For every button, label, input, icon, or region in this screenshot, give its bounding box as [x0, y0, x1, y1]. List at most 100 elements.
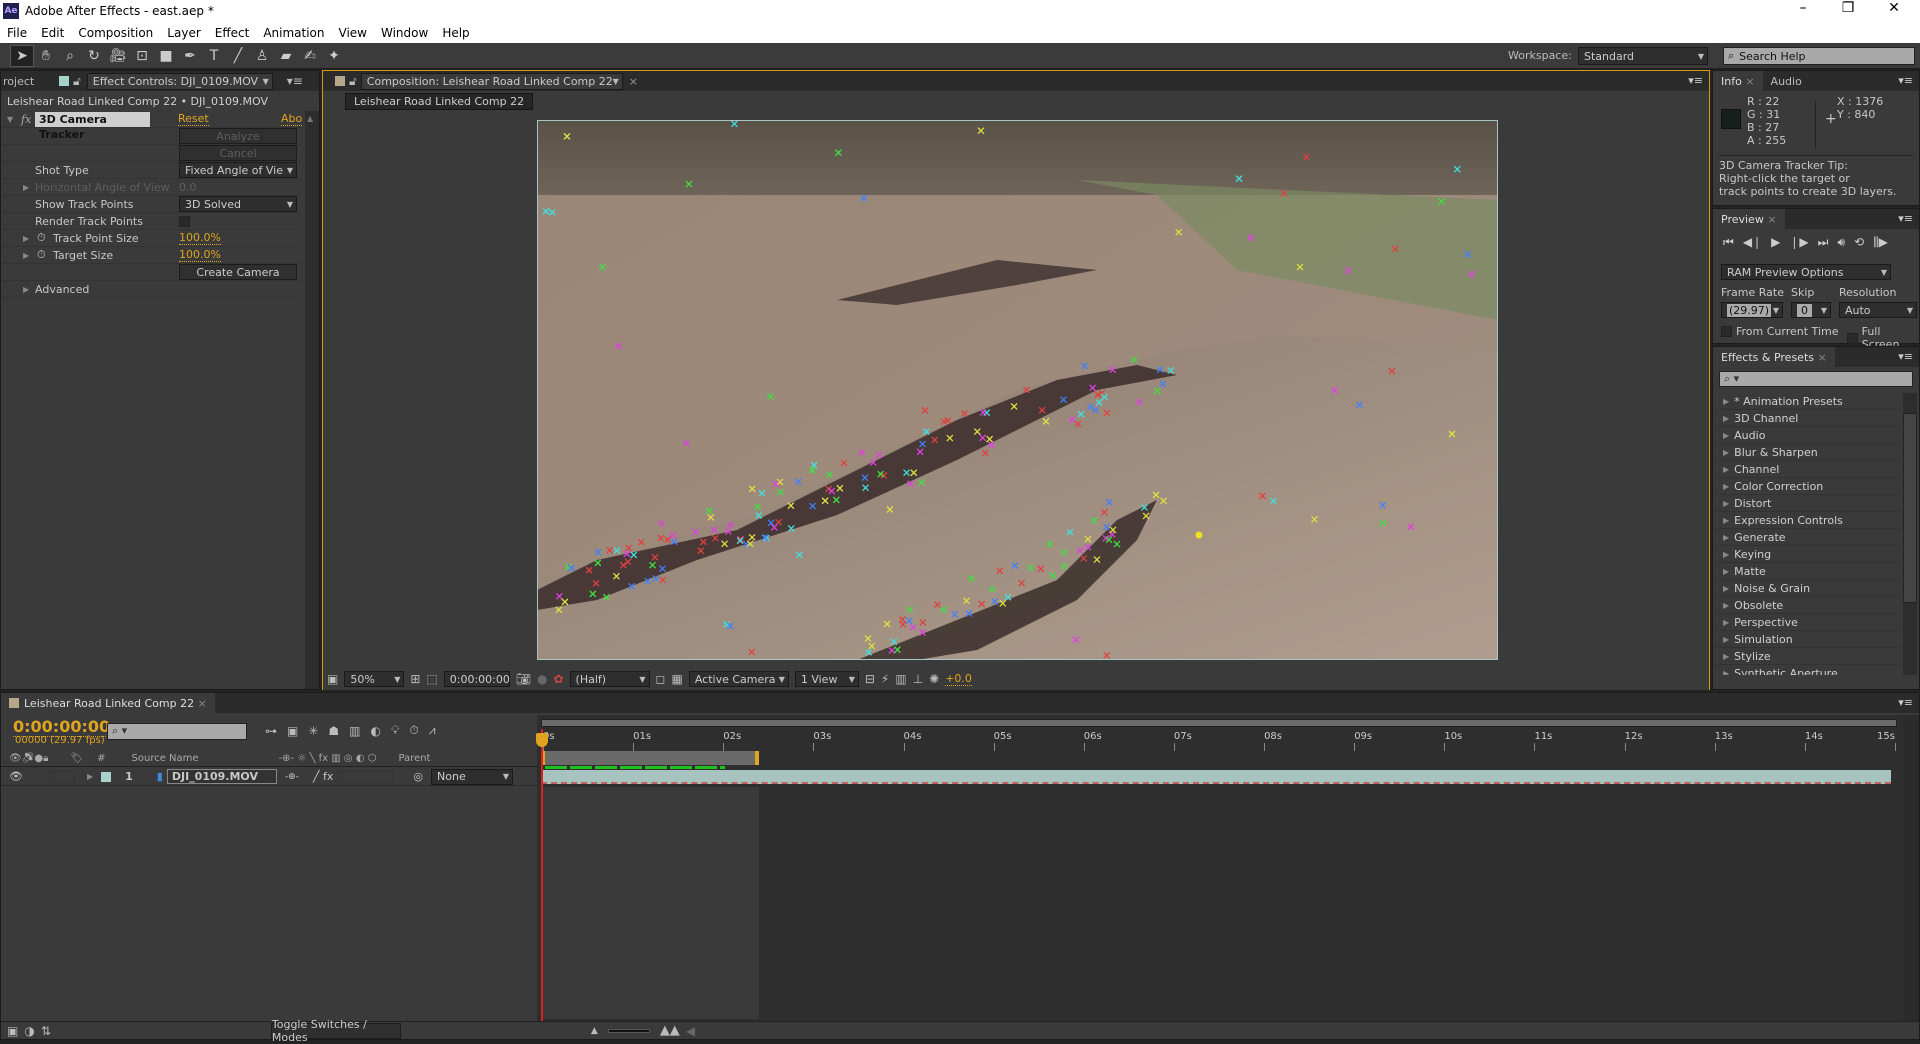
playhead-handle[interactable]	[536, 733, 548, 747]
graph-editor-icon[interactable]: ⩘	[429, 723, 436, 738]
minimize-icon[interactable]: –	[1783, 0, 1823, 16]
tab-project[interactable]: roject	[1, 71, 45, 91]
camera-tool-icon[interactable]: 🎥︎	[106, 45, 130, 67]
eye-icon[interactable]: 👁︎	[9, 770, 23, 783]
expand-triangle-icon[interactable]: ▶	[1723, 397, 1729, 406]
toggle-switches-modes-button[interactable]: Toggle Switches / Modes	[270, 1018, 401, 1044]
expand-triangle-icon[interactable]: ▶	[1723, 550, 1729, 559]
effects-category[interactable]: ▶ * Animation Presets	[1715, 393, 1901, 410]
composition-viewer[interactable]	[537, 120, 1498, 660]
close-tab-icon[interactable]: ×	[198, 697, 207, 710]
effects-category[interactable]: ▶ Keying	[1715, 546, 1901, 563]
track-point-size-value[interactable]: 100.0%	[179, 231, 221, 245]
time-ruler[interactable]: 0s 01s 02s 03s 04s 05s 06s 07s 08s 09s 10s 11s 12s 13…	[537, 729, 1903, 751]
panel-menu-icon[interactable]: ▾≡	[1898, 350, 1913, 363]
transfer-controls-pane-icon[interactable]: ◑	[24, 1024, 34, 1038]
previous-frame-icon[interactable]: ◀❘	[1743, 235, 1762, 250]
frame-rate-dropdown[interactable]: (29.97) ▼	[1721, 302, 1783, 318]
rectangle-tool-icon[interactable]: ■	[154, 45, 178, 67]
parent-dropdown[interactable]: None ▼	[431, 768, 514, 785]
panel-menu-icon[interactable]: ▾≡	[1898, 74, 1913, 87]
menu-help[interactable]: Help	[435, 26, 476, 40]
effects-category[interactable]: ▶ Channel	[1715, 461, 1901, 478]
tab-audio[interactable]: Audio	[1763, 71, 1810, 91]
expand-triangle-icon[interactable]: ▶	[1723, 516, 1729, 525]
effects-category[interactable]: ▶ Obsolete	[1715, 597, 1901, 614]
puppet-pin-tool-icon[interactable]: ✦	[322, 45, 346, 67]
reset-link[interactable]: Reset	[178, 112, 209, 126]
effects-category[interactable]: ▶ Synthetic Aperture	[1715, 665, 1901, 676]
tab-timeline[interactable]: Leishear Road Linked Comp 22 ×	[1, 693, 215, 713]
expand-triangle-icon[interactable]: ▶	[1723, 414, 1729, 423]
shot-type-dropdown[interactable]: Fixed Angle of Vie ▼	[179, 162, 297, 178]
channel-icon[interactable]: ✿	[553, 672, 563, 686]
ram-preview-icon[interactable]: ⫼▶	[1873, 235, 1888, 250]
about-link[interactable]: Abo	[281, 112, 303, 126]
layer-duration-bar[interactable]	[541, 770, 1891, 784]
shy-icon[interactable]: ☗	[328, 723, 339, 738]
pixel-aspect-icon[interactable]: ⊟	[865, 672, 875, 686]
pick-whip-icon[interactable]: ◎	[413, 770, 423, 783]
search-help-input[interactable]: ⌕ Search Help	[1723, 47, 1915, 65]
expand-triangle-icon[interactable]: ▶	[1723, 482, 1729, 491]
expand-triangle-icon[interactable]: ▶	[23, 251, 29, 260]
menu-animation[interactable]: Animation	[256, 26, 331, 40]
from-current-time-option[interactable]: From Current Time	[1721, 325, 1838, 338]
timeline-timecode[interactable]: 0:00:00:00	[13, 717, 111, 737]
zoom-out-icon[interactable]: ▲	[591, 1026, 598, 1036]
tab-info[interactable]: Info ×	[1713, 71, 1763, 91]
analyze-button[interactable]: Analyze	[179, 128, 297, 144]
effects-category[interactable]: ▶ Color Correction	[1715, 478, 1901, 495]
expand-triangle-icon[interactable]: ▶	[87, 772, 93, 781]
mask-visibility-icon[interactable]: ⬚	[426, 672, 437, 686]
scrollbar-thumb[interactable]	[1903, 413, 1917, 603]
restore-icon[interactable]: ❐	[1828, 0, 1868, 16]
layer-switches[interactable]	[337, 770, 394, 783]
expand-triangle-icon[interactable]: ▶	[23, 285, 29, 294]
roto-brush-tool-icon[interactable]: ✍︎	[298, 45, 322, 67]
layer-switches-pane-icon[interactable]: ▣	[7, 1024, 18, 1038]
first-frame-icon[interactable]: ⏮︎	[1723, 235, 1734, 250]
panel-menu-icon[interactable]: ▾≡	[1898, 212, 1913, 225]
panel-menu-icon[interactable]: ▾≡	[287, 74, 303, 88]
pan-behind-tool-icon[interactable]: ⊡	[130, 45, 154, 67]
create-camera-button[interactable]: Create Camera	[179, 264, 297, 280]
menu-composition[interactable]: Composition	[71, 26, 160, 40]
last-frame-icon[interactable]: ⏭︎	[1818, 235, 1829, 250]
show-track-points-dropdown[interactable]: 3D Solved ▼	[179, 196, 297, 212]
menu-layer[interactable]: Layer	[160, 26, 207, 40]
expand-triangle-icon[interactable]: ▶	[1723, 618, 1729, 627]
expand-triangle-icon[interactable]: ▶	[1723, 448, 1729, 457]
safe-margins-icon[interactable]: ⊞	[410, 672, 420, 686]
reset-exposure-icon[interactable]: ✺	[929, 672, 939, 686]
work-area-bar[interactable]	[541, 751, 759, 765]
playhead[interactable]	[541, 729, 543, 1021]
play-icon[interactable]: ▶	[1771, 235, 1780, 250]
cancel-button[interactable]: Cancel	[179, 145, 297, 161]
expand-triangle-icon[interactable]: ▶	[1723, 431, 1729, 440]
in-out-pane-icon[interactable]: ⇅	[41, 1024, 51, 1038]
fx-icon[interactable]: fx	[21, 113, 31, 126]
effects-category[interactable]: ▶ Perspective	[1715, 614, 1901, 631]
frame-blending-icon[interactable]: ▥	[349, 723, 360, 738]
layer-row[interactable]: 👁︎ ▶ 1 ▮ DJI_0109.MOV -⊕- ╱ fx ◎ None ▼	[1, 768, 537, 786]
magnification-dropdown[interactable]: 50% ▼	[344, 671, 405, 687]
effects-category[interactable]: ▶ Distort	[1715, 495, 1901, 512]
fast-previews-icon[interactable]: ⚡︎	[881, 672, 889, 686]
close-tab-icon[interactable]: ×	[629, 75, 638, 88]
eraser-tool-icon[interactable]: ▰	[274, 45, 298, 67]
expand-triangle-icon[interactable]: ▶	[23, 183, 29, 192]
resolution-dropdown[interactable]: (Half) ▼	[569, 671, 650, 687]
flowchart-icon[interactable]: ⊥	[913, 672, 923, 686]
effects-category[interactable]: ▶ Noise & Grain	[1715, 580, 1901, 597]
transparency-grid-icon[interactable]: ▦	[672, 672, 683, 686]
zoom-in-icon[interactable]: ▲▲	[660, 1023, 680, 1038]
effects-category[interactable]: ▶ Blur & Sharpen	[1715, 444, 1901, 461]
scroll-left-icon[interactable]: ◀	[686, 1024, 695, 1038]
from-current-time-checkbox[interactable]	[1721, 326, 1732, 337]
lock-icon[interactable]: 🔓︎	[349, 74, 357, 89]
panel-menu-icon[interactable]: ▾≡	[1898, 696, 1913, 709]
menu-edit[interactable]: Edit	[34, 26, 71, 40]
effects-category[interactable]: ▶ Matte	[1715, 563, 1901, 580]
loop-icon[interactable]: ⟲	[1854, 235, 1864, 250]
